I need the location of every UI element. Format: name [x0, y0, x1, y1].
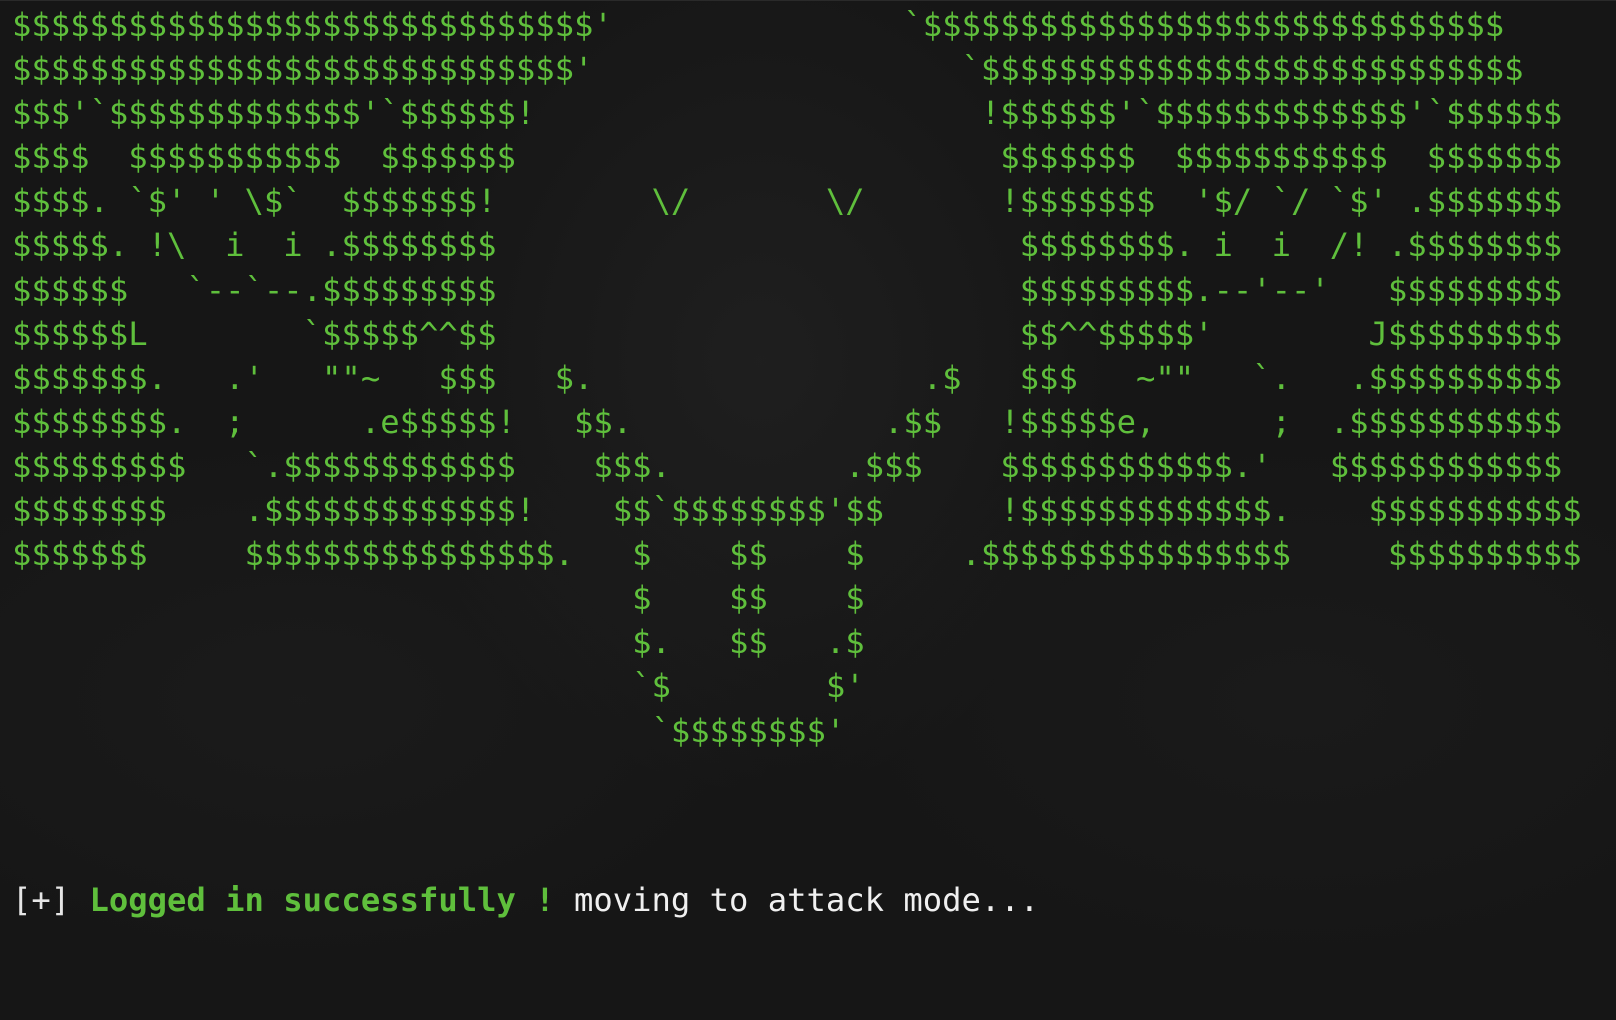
terminal-window[interactable]: $$$$$$$$$$$$$$$$$$$$$$$$$$$$$$' `$$$$$$$… — [0, 0, 1616, 1020]
status-success-text: Logged in successfully ! — [89, 881, 555, 919]
ascii-art-banner: $$$$$$$$$$$$$$$$$$$$$$$$$$$$$$' `$$$$$$$… — [12, 6, 1582, 750]
status-prefix: [+] — [12, 881, 90, 919]
status-message-text: moving to attack mode... — [554, 881, 1040, 919]
status-line: [+] Logged in successfully ! moving to a… — [12, 878, 1039, 922]
